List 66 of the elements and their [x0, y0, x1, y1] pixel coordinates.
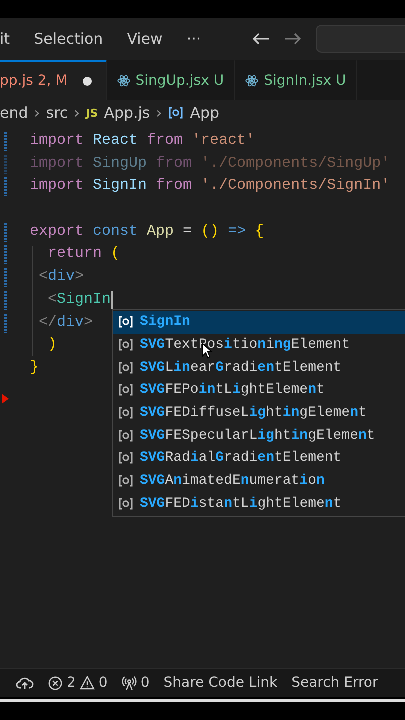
variable-icon	[118, 383, 134, 398]
suggestion-item[interactable]: SignIn	[113, 311, 405, 334]
breadcrumb-item[interactable]: src	[46, 104, 68, 122]
code-line: </div>	[38, 312, 94, 332]
status-bar-item[interactable]: Search Error	[292, 675, 378, 691]
code-line: <div>	[38, 267, 84, 288]
change-marker	[4, 132, 7, 151]
code-line: )	[47, 335, 58, 356]
suggestion-item[interactable]: SVGTextPositioningElement	[113, 334, 405, 356]
suggestion-item[interactable]: SVGFEPointLightElement	[113, 379, 405, 402]
breadcrumb-item[interactable]: App	[190, 104, 220, 122]
suggestion-item[interactable]: SVGAnimatedEnumeration	[113, 470, 405, 492]
js-file-icon: JS	[86, 106, 98, 120]
variable-icon	[118, 338, 134, 352]
variable-icon	[118, 428, 134, 443]
variable-icon	[118, 315, 134, 330]
suggestion-item[interactable]: SVGRadialGradientElement	[113, 447, 405, 470]
menu-item[interactable]: ···	[186, 30, 202, 48]
code-line: return (	[47, 244, 120, 264]
variable-icon	[118, 474, 134, 488]
breadcrumb-separator: ›	[156, 104, 162, 122]
react-icon	[245, 74, 260, 88]
text-cursor	[111, 291, 114, 310]
variable-icon	[118, 406, 134, 420]
ports-indicator[interactable]: 0	[122, 675, 150, 691]
code-line: import React from 'react'	[30, 131, 256, 151]
status-bar-item[interactable]: Share Code Link	[164, 675, 278, 691]
warning-icon	[80, 676, 95, 690]
change-marker	[4, 245, 7, 264]
variable-icon	[118, 496, 134, 511]
problems-indicator[interactable]: 2 0	[48, 675, 108, 691]
menu-item[interactable]: Selection	[34, 30, 104, 48]
editor-tab[interactable]: pp.js 2, M	[0, 60, 107, 100]
unsaved-dot-icon	[82, 76, 92, 86]
code-line: import SignIn from './Components/SignIn'	[30, 176, 390, 196]
command-center-field[interactable]	[316, 25, 405, 53]
suggestion-item[interactable]: SVGFEDistantLightElement	[113, 492, 405, 516]
breadcrumb-item[interactable]: end	[0, 104, 28, 122]
error-icon	[48, 676, 63, 690]
change-marker	[4, 314, 7, 332]
change-marker	[4, 222, 7, 242]
back-arrow-icon[interactable]	[252, 32, 270, 46]
code-line: import SingUp from './Components/SingUp'	[30, 154, 390, 174]
antenna-icon	[122, 676, 137, 690]
variable-icon	[118, 451, 134, 466]
change-marker	[4, 154, 7, 174]
menu-item[interactable]: View	[127, 30, 163, 48]
variable-icon	[118, 360, 134, 375]
breadcrumb-separator: ›	[74, 104, 80, 122]
change-marker	[4, 268, 7, 288]
breadcrumb-item[interactable]: App.js	[104, 104, 150, 122]
error-marker-icon	[2, 394, 9, 404]
code-line: <SignIn	[47, 290, 112, 310]
suggestion-item[interactable]: SVGFEDiffuseLightingElement	[113, 402, 405, 424]
code-line: export const App = () => {	[30, 222, 264, 242]
cloud-upload-icon[interactable]	[16, 676, 34, 690]
react-icon	[116, 74, 131, 88]
suggestion-item[interactable]: SVGFESpecularLightingElement	[113, 424, 405, 448]
code-line: }	[30, 358, 40, 378]
suggestion-item[interactable]: SVGLinearGradientElement	[113, 356, 405, 380]
change-marker	[4, 290, 7, 310]
forward-arrow-icon[interactable]	[284, 32, 302, 46]
variable-icon	[168, 106, 184, 120]
menu-item[interactable]: it	[0, 30, 10, 48]
change-marker	[4, 177, 7, 196]
breadcrumb-separator: ›	[34, 104, 40, 122]
